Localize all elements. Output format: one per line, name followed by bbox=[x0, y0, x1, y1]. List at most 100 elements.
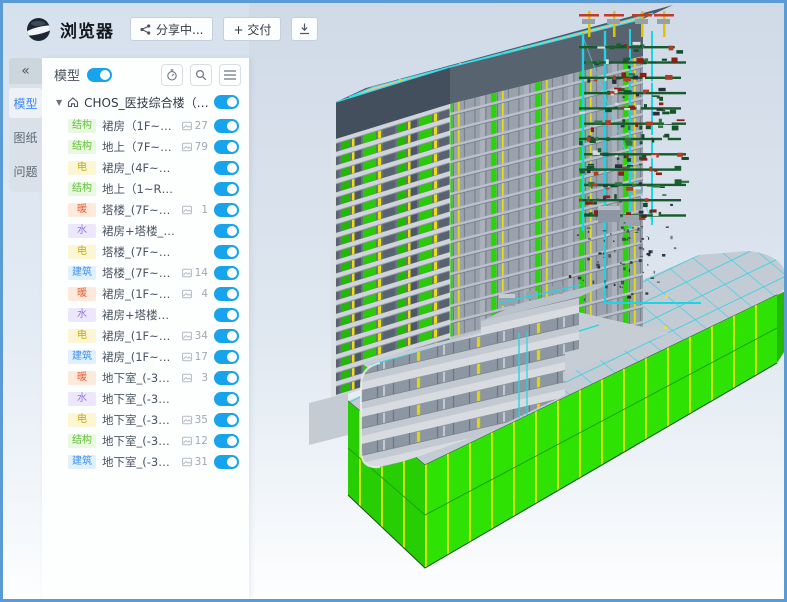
panel-header: 模型 bbox=[42, 58, 249, 91]
model-layer-row[interactable]: 结构 地下室_(-3F~-1F)_结构 12 bbox=[42, 430, 249, 451]
layer-name: 裙房_(4F~6F)_电气 bbox=[102, 160, 176, 176]
model-layer-row[interactable]: 建筑 裙房_(1F~6F)_建筑 17 bbox=[42, 346, 249, 367]
drawing-count-value: 31 bbox=[194, 456, 208, 468]
model-tree-root[interactable]: ▼ CHOS_医技综合楼（17... bbox=[42, 91, 249, 113]
layer-visibility-toggle[interactable] bbox=[214, 329, 239, 343]
drawing-count: 31 bbox=[182, 456, 208, 468]
history-icon bbox=[166, 69, 178, 81]
discipline-tag: 电 bbox=[68, 329, 96, 343]
search-icon bbox=[195, 69, 207, 81]
layer-name: 裙房_(1F~6F)_建筑 bbox=[102, 349, 176, 365]
history-button[interactable] bbox=[161, 64, 183, 86]
menu-icon bbox=[224, 70, 236, 80]
drawing-count-icon bbox=[182, 205, 192, 215]
home-icon bbox=[67, 96, 79, 108]
layer-name: 地上（7F~RF)）_结构... bbox=[102, 139, 176, 155]
model-layer-list: 结构 裙房（1F~6F）_结构... 27 结构 地上（7F~RF)）_结构..… bbox=[42, 113, 249, 472]
rail-tab-issues[interactable]: 问题 bbox=[9, 156, 42, 186]
layer-visibility-toggle[interactable] bbox=[214, 161, 239, 175]
model-layer-row[interactable]: 电 地下室_(-3F~-1F)_电气 35 bbox=[42, 409, 249, 430]
layer-visibility-toggle[interactable] bbox=[214, 350, 239, 364]
caret-down-icon[interactable]: ▼ bbox=[56, 98, 62, 107]
model-layer-row[interactable]: 结构 地上（1~RF)_结构 bbox=[42, 178, 249, 199]
drawing-count-value: 79 bbox=[194, 141, 208, 153]
model-layer-row[interactable]: 水 裙房+塔楼（1F~RF)_... bbox=[42, 304, 249, 325]
drawing-count-icon bbox=[182, 268, 192, 278]
layer-name: 裙房（1F~6F）_结构... bbox=[102, 118, 176, 134]
download-icon bbox=[299, 23, 310, 35]
model-layer-row[interactable]: 结构 地上（7F~RF)）_结构... 79 bbox=[42, 136, 249, 157]
rail-tab-drawings[interactable]: 图纸 bbox=[9, 122, 42, 152]
search-button[interactable] bbox=[190, 64, 212, 86]
rail-tab-model[interactable]: 模型 bbox=[9, 88, 42, 118]
drawing-count: 4 bbox=[182, 288, 208, 300]
share-icon bbox=[140, 24, 151, 35]
layer-visibility-toggle[interactable] bbox=[214, 434, 239, 448]
layer-visibility-toggle[interactable] bbox=[214, 119, 239, 133]
drawing-count-value: 4 bbox=[194, 288, 208, 300]
collapse-panel-button[interactable]: « bbox=[9, 58, 42, 84]
discipline-tag: 建筑 bbox=[68, 350, 96, 364]
model-layer-row[interactable]: 水 地下室_(-3F~-1F)_给... bbox=[42, 388, 249, 409]
drawing-count: 35 bbox=[182, 414, 208, 426]
layer-visibility-toggle[interactable] bbox=[214, 245, 239, 259]
share-button[interactable]: 分享中... bbox=[130, 17, 213, 41]
root-visibility-toggle[interactable] bbox=[214, 95, 239, 109]
download-button[interactable] bbox=[291, 17, 318, 41]
drawing-count-icon bbox=[182, 352, 192, 362]
discipline-tag: 结构 bbox=[68, 434, 96, 448]
layer-visibility-toggle[interactable] bbox=[214, 413, 239, 427]
discipline-tag: 建筑 bbox=[68, 266, 96, 280]
discipline-tag: 水 bbox=[68, 308, 96, 322]
model-layer-row[interactable]: 建筑 塔楼_(7F~RF)_建筑 14 bbox=[42, 262, 249, 283]
model-viewport[interactable] bbox=[249, 3, 786, 599]
layer-visibility-toggle[interactable] bbox=[214, 308, 239, 322]
drawing-count-icon bbox=[182, 415, 192, 425]
layer-visibility-toggle[interactable] bbox=[214, 371, 239, 385]
menu-button[interactable] bbox=[219, 64, 241, 86]
layer-name: 裙房+塔楼_（1F~RF)... bbox=[102, 223, 176, 239]
drawing-count-value: 1 bbox=[194, 204, 208, 216]
drawing-count-value: 35 bbox=[194, 414, 208, 426]
discipline-tag: 结构 bbox=[68, 119, 96, 133]
layer-name: 地下室_(-3F~-1F)_给... bbox=[102, 391, 176, 407]
model-layer-row[interactable]: 电 裙房_(4F~6F)_电气 bbox=[42, 157, 249, 178]
layer-visibility-toggle[interactable] bbox=[214, 392, 239, 406]
drawing-count-icon bbox=[182, 142, 192, 152]
layer-visibility-toggle[interactable] bbox=[214, 287, 239, 301]
layer-name: 裙房+塔楼（1F~RF)_... bbox=[102, 307, 176, 323]
model-layer-row[interactable]: 建筑 地下室_(-3F~-1F)_建筑 31 bbox=[42, 451, 249, 472]
layer-visibility-toggle[interactable] bbox=[214, 140, 239, 154]
model-layer-row[interactable]: 结构 裙房（1F~6F）_结构... 27 bbox=[42, 115, 249, 136]
discipline-tag: 电 bbox=[68, 413, 96, 427]
layer-visibility-toggle[interactable] bbox=[214, 224, 239, 238]
drawing-count: 17 bbox=[182, 351, 208, 363]
drawing-count-value: 12 bbox=[194, 435, 208, 447]
model-layer-row[interactable]: 暖 塔楼_(7F~RF)_暖通 1 bbox=[42, 199, 249, 220]
layer-visibility-toggle[interactable] bbox=[214, 182, 239, 196]
layer-visibility-toggle[interactable] bbox=[214, 455, 239, 469]
layer-name: 裙房_(1F~6F)_暖通 bbox=[102, 286, 176, 302]
layer-visibility-toggle[interactable] bbox=[214, 203, 239, 217]
layer-name: 裙房_(1F~3F)_电气 bbox=[102, 328, 176, 344]
drawing-count: 14 bbox=[182, 267, 208, 279]
model-master-toggle[interactable] bbox=[87, 68, 112, 82]
drawing-count-value: 14 bbox=[194, 267, 208, 279]
model-layer-row[interactable]: 水 裙房+塔楼_（1F~RF)... bbox=[42, 220, 249, 241]
drawing-count: 1 bbox=[182, 204, 208, 216]
discipline-tag: 建筑 bbox=[68, 455, 96, 469]
drawing-count: 79 bbox=[182, 141, 208, 153]
drawing-count: 3 bbox=[182, 372, 208, 384]
topbar: 浏览器 分享中... + 交付 bbox=[3, 3, 423, 55]
drawing-count: 27 bbox=[182, 120, 208, 132]
drawing-count-icon bbox=[182, 289, 192, 299]
deliver-button[interactable]: + 交付 bbox=[223, 17, 281, 41]
layer-visibility-toggle[interactable] bbox=[214, 266, 239, 280]
app-window: 浏览器 分享中... + 交付 « 模型图纸问题 模型 bbox=[0, 0, 787, 602]
layer-name: 地上（1~RF)_结构 bbox=[102, 181, 176, 197]
model-layer-row[interactable]: 电 裙房_(1F~3F)_电气 34 bbox=[42, 325, 249, 346]
model-layer-row[interactable]: 暖 地下室_(-3F~-1F)_暖通 3 bbox=[42, 367, 249, 388]
model-layer-row[interactable]: 电 塔楼_(7F~RF)_电气 bbox=[42, 241, 249, 262]
discipline-tag: 电 bbox=[68, 161, 96, 175]
model-layer-row[interactable]: 暖 裙房_(1F~6F)_暖通 4 bbox=[42, 283, 249, 304]
